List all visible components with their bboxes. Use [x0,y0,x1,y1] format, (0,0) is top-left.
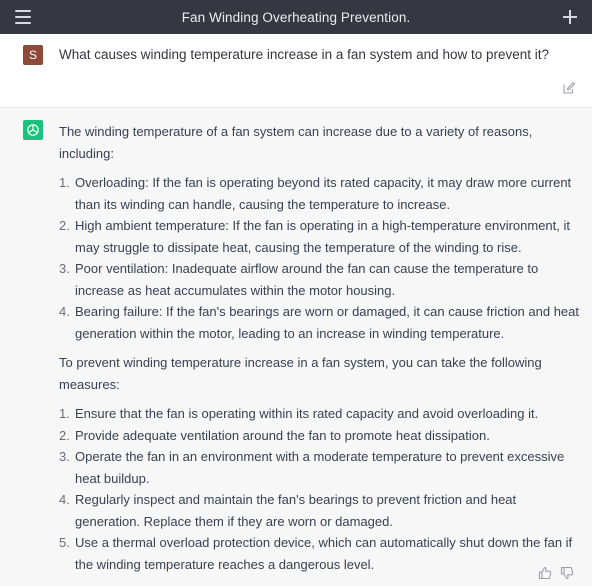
list-item-number: 5. [59,535,70,550]
list-item-number: 3. [59,261,70,276]
list-item: 2. Provide adequate ventilation around th… [59,425,581,447]
list-item: 5. Use a thermal overload protection devi… [59,532,581,575]
causes-intro-text: The winding temperature of a fan system … [59,124,533,161]
thumbs-down-icon[interactable] [560,566,574,580]
measures-list: 1. Ensure that the fan is operating withi… [59,403,581,575]
thumbs-up-icon[interactable] [538,566,552,580]
causes-list: 1. Overloading: If the fan is operating b… [59,172,581,344]
edit-icon[interactable] [562,81,576,95]
assistant-avatar [23,120,43,140]
list-item-text: High ambient temperature: If the fan is … [75,218,570,255]
list-item-text: Operate the fan in an environment with a… [75,449,565,486]
list-item-text: Bearing failure: If the fan's bearings a… [75,304,579,341]
list-item-number: 3. [59,449,70,464]
list-item: 1. Overloading: If the fan is operating b… [59,172,581,215]
assistant-message: The winding temperature of a fan system … [0,108,592,586]
user-message-text: What causes winding temperature increase… [59,47,550,62]
list-item-number: 4. [59,304,70,319]
assistant-message-content: The winding temperature of a fan system … [59,121,581,583]
list-item-number: 2. [59,427,70,443]
user-message: S What causes winding temperature increa… [0,34,592,108]
list-item-text: Poor ventilation: Inadequate airflow aro… [75,261,539,298]
menu-icon[interactable] [15,10,31,24]
list-item: 3. Operate the fan in an environment with… [59,446,581,489]
openai-logo-icon [27,124,39,136]
user-avatar: S [23,45,43,65]
list-item: 1. Ensure that the fan is operating withi… [59,403,581,425]
list-item-text: Use a thermal overload protection device… [75,535,573,572]
list-item-text: Regularly inspect and maintain the fan's… [75,492,517,529]
prevention-intro-text: To prevent winding temperature increase … [59,355,542,392]
list-item-number: 1. [59,406,70,421]
list-item-text: Ensure that the fan is operating within … [75,406,539,421]
list-item: 2. High ambient temperature: If the fan i… [59,215,581,258]
list-item: 4. Bearing failure: If the fan's bearings… [59,301,581,344]
conversation-title: Fan Winding Overheating Prevention. [181,9,411,25]
list-item-text: Overloading: If the fan is operating bey… [75,175,572,212]
list-item-number: 2. [59,218,70,233]
list-item-number: 1. [59,175,70,190]
list-item: 4. Regularly inspect and maintain the fan… [59,489,581,532]
top-bar: Fan Winding Overheating Prevention. [0,0,592,34]
list-item-text: Provide adequate ventilation around the … [75,427,490,443]
list-item: 3. Poor ventilation: Inadequate airflow a… [59,258,581,301]
new-chat-plus-icon[interactable] [560,6,580,28]
list-item-number: 4. [59,492,70,507]
